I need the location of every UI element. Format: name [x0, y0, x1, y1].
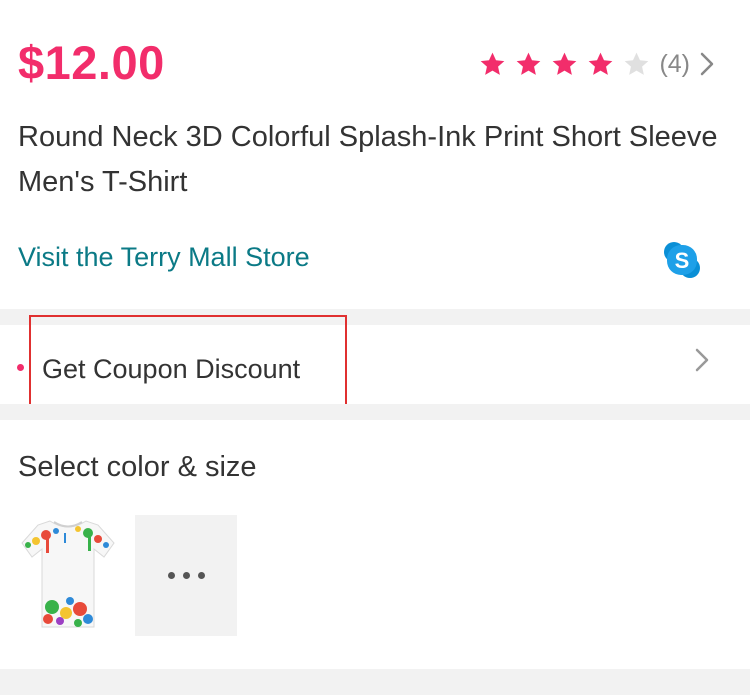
star-filled-icon	[478, 50, 507, 79]
star-empty-icon	[622, 50, 651, 79]
star-filled-icon	[550, 50, 579, 79]
svg-text:S: S	[675, 248, 690, 273]
coupon-bullet-dot	[17, 364, 24, 371]
more-variants-button[interactable]	[135, 515, 237, 636]
product-title: Round Neck 3D Colorful Splash-Ink Print …	[18, 121, 718, 198]
product-info-section: $12.00 (4) Round Neck 3D Colorful Splash…	[0, 0, 750, 309]
review-count: (4)	[659, 50, 690, 78]
section-divider	[0, 404, 750, 420]
product-price: $12.00	[18, 36, 165, 89]
chevron-right-icon[interactable]	[694, 347, 710, 373]
store-link[interactable]: Visit the Terry Mall Store	[18, 239, 310, 275]
product-thumbnail[interactable]	[18, 515, 118, 636]
section-divider	[0, 669, 750, 695]
star-filled-icon	[586, 50, 615, 79]
section-divider	[0, 309, 750, 325]
rating-summary[interactable]: (4)	[478, 46, 714, 82]
skype-icon[interactable]: S	[663, 241, 701, 279]
star-filled-icon	[514, 50, 543, 79]
more-horizontal-icon	[164, 572, 209, 579]
coupon-label[interactable]: Get Coupon Discount	[42, 351, 300, 387]
variant-heading[interactable]: Select color & size	[18, 449, 257, 485]
chevron-right-icon	[700, 52, 714, 76]
rating-stars	[478, 50, 658, 79]
